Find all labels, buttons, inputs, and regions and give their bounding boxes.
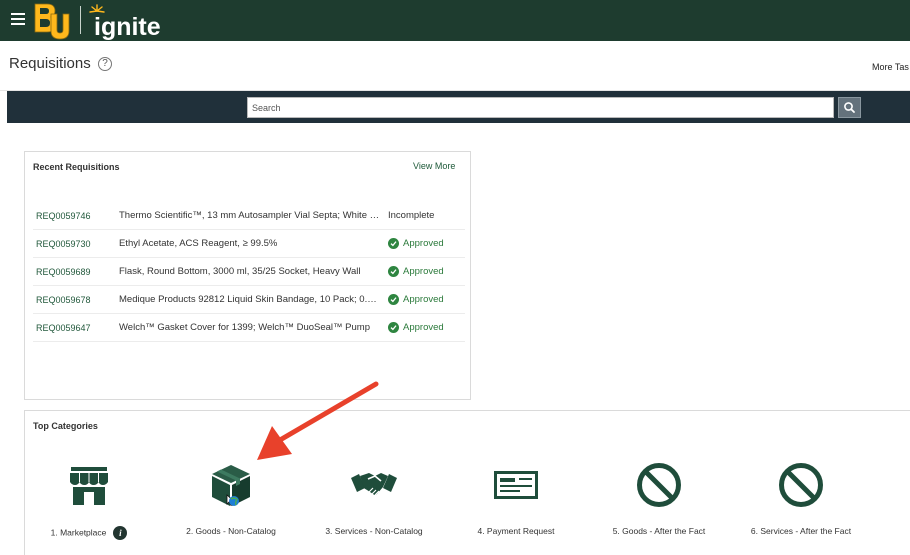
handshake-icon [351, 473, 397, 496]
requisition-row[interactable]: REQ0059678 Medique Products 92812 Liquid… [33, 286, 465, 314]
requisition-id-link[interactable]: REQ0059746 [36, 211, 91, 221]
top-categories-panel: Top Categories 1. Marketplace i 2. Goods … [24, 410, 910, 555]
search-icon [844, 102, 855, 113]
category-services-after-the-fact[interactable]: 6. Services - After the Fact [731, 461, 871, 541]
page-title-row: Requisitions ? More Tas [0, 41, 910, 91]
approved-check-icon [388, 238, 399, 249]
approved-check-icon [388, 322, 399, 333]
requisition-id-link[interactable]: REQ0059689 [36, 267, 91, 277]
category-label: 3. Services - Non-Catalog [325, 526, 423, 536]
search-band [7, 91, 910, 123]
page-title: Requisitions [9, 55, 91, 72]
prohibited-icon [779, 463, 823, 507]
requisition-status: Approved [403, 266, 444, 277]
category-label: 1. Marketplace i [19, 526, 159, 540]
requisition-id-link[interactable]: REQ0059647 [36, 323, 91, 333]
storefront-icon [70, 467, 108, 505]
view-more-link[interactable]: View More [413, 161, 455, 171]
box-icon [212, 465, 250, 507]
check-payment-icon [494, 471, 538, 499]
requisition-description: Thermo Scientific™, 13 mm Autosampler Vi… [119, 210, 381, 221]
category-goods-non-catalog[interactable]: 2. Goods - Non-Catalog [161, 461, 301, 541]
search-input[interactable] [247, 97, 834, 118]
more-tasks-link[interactable]: More Tas [872, 62, 909, 72]
category-payment-request[interactable]: 4. Payment Request [446, 461, 586, 541]
requisition-row[interactable]: REQ0059730 Ethyl Acetate, ACS Reagent, ≥… [33, 230, 465, 258]
info-icon[interactable]: i [113, 526, 128, 540]
requisition-status: Incomplete [388, 210, 435, 221]
category-label: 2. Goods - Non-Catalog [186, 526, 276, 536]
requisition-description: Ethyl Acetate, ACS Reagent, ≥ 99.5% [119, 238, 278, 249]
hamburger-menu-icon[interactable] [11, 13, 25, 25]
requisition-row[interactable]: REQ0059647 Welch™ Gasket Cover for 1399;… [33, 314, 465, 342]
ignite-logo[interactable]: ignite [88, 2, 180, 40]
logo-divider [80, 6, 81, 34]
baylor-bu-logo[interactable] [33, 2, 71, 40]
recent-requisitions-title: Recent Requisitions [33, 162, 120, 172]
approved-check-icon [388, 266, 399, 277]
help-question-icon[interactable]: ? [98, 57, 112, 71]
category-label: 6. Services - After the Fact [750, 526, 852, 536]
top-categories-title: Top Categories [33, 421, 98, 431]
category-services-non-catalog[interactable]: 3. Services - Non-Catalog [304, 461, 444, 541]
top-header-bar: ignite [0, 0, 910, 41]
category-marketplace[interactable]: 1. Marketplace i [19, 461, 159, 541]
requisition-status: Approved [403, 238, 444, 249]
requisition-description: Flask, Round Bottom, 3000 ml, 35/25 Sock… [119, 266, 361, 277]
requisition-id-link[interactable]: REQ0059678 [36, 295, 91, 305]
requisition-status: Approved [403, 294, 444, 305]
search-button[interactable] [838, 97, 861, 118]
ignite-logo-text: ignite [94, 13, 161, 40]
requisition-description: Medique Products 92812 Liquid Skin Banda… [119, 294, 381, 305]
recent-requisitions-panel: Recent Requisitions View More REQ0059746… [24, 151, 471, 400]
requisition-status: Approved [403, 322, 444, 333]
category-label: 4. Payment Request [477, 526, 555, 536]
requisition-row[interactable]: REQ0059746 Thermo Scientific™, 13 mm Aut… [33, 202, 465, 230]
prohibited-icon [637, 463, 681, 507]
requisition-id-link[interactable]: REQ0059730 [36, 239, 91, 249]
requisition-row[interactable]: REQ0059689 Flask, Round Bottom, 3000 ml,… [33, 258, 465, 286]
category-label-text: 1. Marketplace [50, 527, 107, 538]
category-label: 5. Goods - After the Fact [612, 526, 706, 536]
requisition-description: Welch™ Gasket Cover for 1399; Welch™ Duo… [119, 322, 370, 333]
category-goods-after-the-fact[interactable]: 5. Goods - After the Fact [589, 461, 729, 541]
approved-check-icon [388, 294, 399, 305]
